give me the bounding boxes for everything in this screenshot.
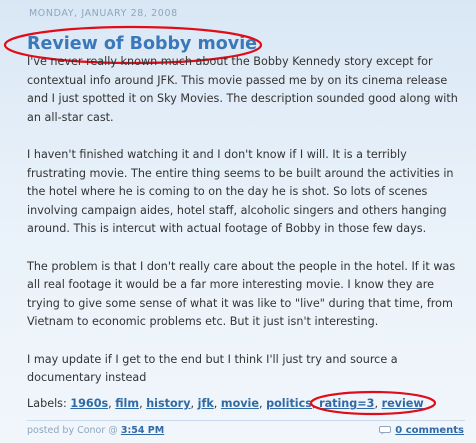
post-title[interactable]: Review of Bobby movie [27, 34, 257, 54]
labels-prefix: Labels: [27, 397, 67, 410]
blog-post: Monday, January 28, 2008 Review of Bobby… [0, 0, 476, 443]
label-link-review[interactable]: review [382, 397, 424, 410]
comments-area: 0 comments [379, 425, 464, 436]
label-link-rating[interactable]: rating=3 [319, 397, 374, 410]
footer-divider [27, 420, 465, 421]
post-paragraph: I may update if I get to the end but I t… [27, 352, 398, 385]
post-labels: Labels: 1960s, film, history, jfk, movie… [27, 397, 424, 410]
label-link-1960s[interactable]: 1960s [70, 397, 108, 410]
post-paragraph: I've never really known much about the B… [27, 55, 458, 124]
label-link-politics[interactable]: politics [266, 397, 312, 410]
speech-bubble-icon [379, 426, 392, 435]
label-link-jfk[interactable]: jfk [198, 397, 214, 410]
date-header: Monday, January 28, 2008 [29, 8, 178, 19]
comments-link[interactable]: 0 comments [395, 425, 464, 436]
post-paragraph: The problem is that I don't really care … [27, 259, 456, 329]
post-time-link[interactable]: 3:54 PM [121, 425, 164, 436]
posted-by: posted by Conor @ [27, 425, 118, 436]
label-link-film[interactable]: film [115, 397, 139, 410]
post-body: I've never really known much about the B… [27, 53, 467, 406]
label-link-history[interactable]: history [146, 397, 190, 410]
label-link-movie[interactable]: movie [221, 397, 259, 410]
post-footer: posted by Conor @ 3:54 PM [27, 425, 164, 436]
post-paragraph: I haven't finished watching it and I don… [27, 147, 454, 236]
